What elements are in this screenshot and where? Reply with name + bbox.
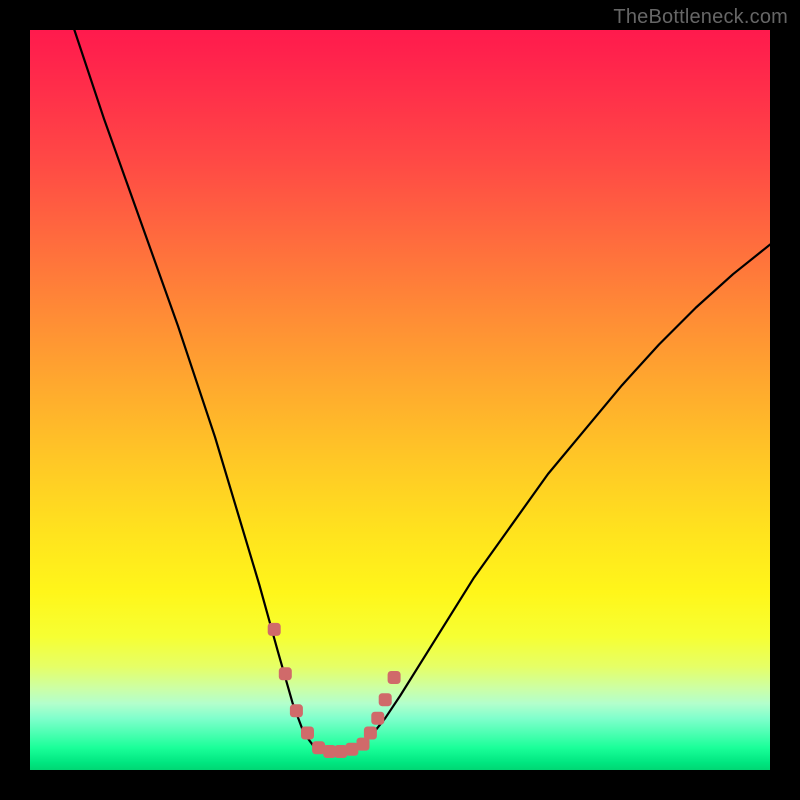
valley-marker	[334, 745, 347, 758]
valley-marker	[268, 623, 281, 636]
valley-marker	[345, 743, 358, 756]
chart-frame: TheBottleneck.com	[0, 0, 800, 800]
watermark-text: TheBottleneck.com	[613, 6, 788, 29]
valley-marker	[388, 671, 401, 684]
valley-marker	[323, 745, 336, 758]
valley-marker	[379, 693, 392, 706]
valley-marker	[364, 727, 377, 740]
valley-marker	[357, 738, 370, 751]
valley-markers	[268, 623, 401, 758]
valley-marker	[371, 712, 384, 725]
bottleneck-curve-path	[74, 30, 770, 752]
curve-layer	[30, 30, 770, 770]
plot-area	[30, 30, 770, 770]
valley-marker	[301, 727, 314, 740]
valley-marker	[279, 667, 292, 680]
valley-marker	[290, 704, 303, 717]
valley-marker	[312, 741, 325, 754]
